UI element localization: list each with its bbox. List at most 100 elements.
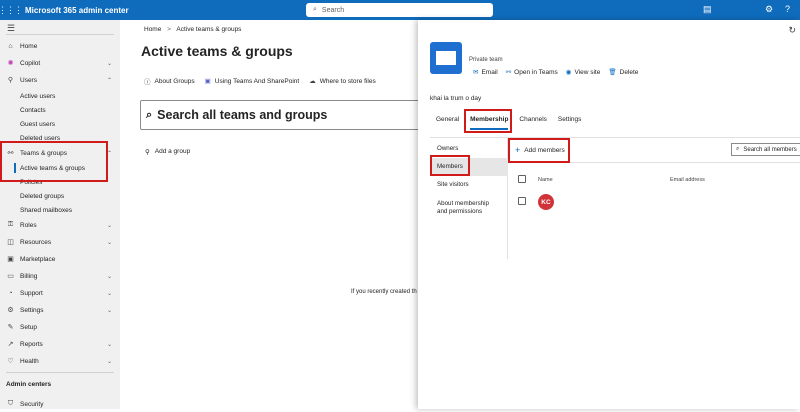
sidebar-item-security[interactable]: ⛉ Security xyxy=(0,396,120,412)
sidebar-item-label: Settings xyxy=(20,306,44,314)
chevron-up-icon: ⌃ xyxy=(106,150,112,157)
delete-button[interactable]: 🗑 Delete xyxy=(608,68,638,77)
teams-icon: ▣ xyxy=(204,78,211,85)
open-in-teams-button[interactable]: ⚯ Open in Teams xyxy=(505,68,558,77)
search-icon: ⌕ xyxy=(146,108,153,121)
help-icon[interactable]: ? xyxy=(785,4,790,14)
plus-icon: + xyxy=(515,145,521,155)
reports-icon: ↗ xyxy=(7,341,14,348)
global-search[interactable]: ⌕ Search xyxy=(306,3,493,17)
tab-membership[interactable]: Membership xyxy=(470,116,509,130)
empty-state-hint: If you recently created th xyxy=(351,289,417,295)
tab-channels[interactable]: Channels xyxy=(519,116,546,130)
sidebar-item-label: Guest users xyxy=(20,120,56,128)
sidebar-item-reports[interactable]: ↗ Reports ⌄ xyxy=(0,336,120,352)
tab-general[interactable]: General xyxy=(436,116,459,130)
group-name: khai la trum o day xyxy=(430,95,482,102)
help-links: ⓘ About Groups ▣ Using Teams And SharePoin… xyxy=(144,76,376,87)
sidebar-item-billing[interactable]: ▭ Billing ⌄ xyxy=(0,268,120,284)
sidebar-item-settings[interactable]: ⚙ Settings ⌄ xyxy=(0,302,120,318)
admin-centers-header: Admin centers xyxy=(6,381,52,388)
sidebar-item-label: Contacts xyxy=(20,106,46,114)
sidebar-item-label: Home xyxy=(20,42,38,50)
message-icon[interactable]: ▤ xyxy=(703,4,712,15)
chevron-down-icon: ⌄ xyxy=(106,307,112,314)
sidebar-item-setup[interactable]: ✎ Setup xyxy=(0,319,120,335)
sidebar-item-label: Active users xyxy=(20,92,56,100)
sidebar-item-roles[interactable]: ⚿ Roles ⌄ xyxy=(0,217,120,233)
sidebar-item-label: Billing xyxy=(20,272,38,280)
chevron-down-icon: ⌄ xyxy=(106,341,112,348)
sidebar-item-copilot[interactable]: ✺ Copilot ⌄ xyxy=(0,55,120,71)
sidebar-item-label: Policies xyxy=(20,178,43,186)
tab-settings[interactable]: Settings xyxy=(558,116,582,130)
breadcrumb: Home > Active teams & groups xyxy=(144,26,241,33)
sidebar-item-label: Support xyxy=(20,289,43,297)
panel-tabs: General Membership Channels Settings xyxy=(436,116,581,130)
membership-nav-owners[interactable]: Owners xyxy=(430,145,508,153)
search-placeholder: Search all teams and groups xyxy=(157,108,328,122)
copilot-icon: ✺ xyxy=(7,60,14,67)
sidebar-item-shared-mailboxes[interactable]: Shared mailboxes xyxy=(0,202,120,218)
sidebar-item-label: Reports xyxy=(20,340,43,348)
add-group-label: Add a group xyxy=(154,148,191,155)
membership-nav: Owners Members Site visitors About membe… xyxy=(430,137,508,259)
mail-icon: ✉ xyxy=(473,69,479,76)
sidebar-item-label: Health xyxy=(20,357,39,365)
sidebar-item-home[interactable]: ⌂ Home xyxy=(0,38,120,54)
view-site-button[interactable]: ◉ View site xyxy=(566,68,601,77)
chevron-down-icon: ⌄ xyxy=(106,290,112,297)
membership-nav-site-visitors[interactable]: Site visitors xyxy=(430,181,508,189)
action-label: Open in Teams xyxy=(514,68,558,76)
breadcrumb-home[interactable]: Home xyxy=(144,26,161,33)
panel-actions: ✉ Email ⚯ Open in Teams ◉ View site 🗑 Delete xyxy=(473,68,638,77)
teams-icon: ⚯ xyxy=(505,69,512,76)
email-button[interactable]: ✉ Email xyxy=(473,68,498,77)
membership-nav-about[interactable]: About membership and permissions xyxy=(430,200,500,216)
chevron-down-icon: ⌄ xyxy=(106,222,112,229)
teams-groups-search-input[interactable]: ⌕ Search all teams and groups xyxy=(140,100,420,130)
sidebar-item-resources[interactable]: ◫ Resources ⌄ xyxy=(0,234,120,250)
about-groups-link[interactable]: ⓘ About Groups xyxy=(144,76,195,87)
sidebar-item-teams-groups[interactable]: ⚯ Teams & groups ⌃ xyxy=(0,145,120,161)
gear-icon[interactable]: ⚙ xyxy=(765,4,773,15)
active-indicator xyxy=(14,163,16,173)
link-label: Using Teams And SharePoint xyxy=(214,77,300,85)
refresh-icon[interactable]: ↻ xyxy=(788,25,796,36)
add-group-button[interactable]: ⚲ Add a group xyxy=(145,148,190,156)
group-tile-icon xyxy=(430,42,462,74)
sidebar-item-marketplace[interactable]: ▣ Marketplace xyxy=(0,251,120,267)
sidebar-item-deleted-users[interactable]: Deleted users xyxy=(0,130,120,146)
sidebar-item-users[interactable]: ⚲ Users ⌃ xyxy=(0,72,120,88)
group-details-panel: ↻ Private team ✉ Email ⚯ Open in Teams ◉ Vi… xyxy=(418,20,800,409)
page-title: Active teams & groups xyxy=(141,43,293,59)
store-files-link[interactable]: ☁ Where to store files xyxy=(309,76,376,86)
row-checkbox[interactable] xyxy=(518,197,526,205)
column-header-email[interactable]: Email address xyxy=(670,177,705,183)
sidebar-item-health[interactable]: ♡ Health ⌄ xyxy=(0,353,120,369)
home-icon: ⌂ xyxy=(8,42,13,50)
roles-icon: ⚿ xyxy=(7,221,14,228)
search-icon: ⌕ xyxy=(736,146,740,152)
members-search-input[interactable]: ⌕ Search all members xyxy=(731,143,800,156)
membership-nav-members[interactable]: Members xyxy=(430,158,508,176)
app-launcher-icon[interactable]: ⋮⋮⋮ xyxy=(0,0,23,20)
sidebar-item-support[interactable]: ◔ Support ⌄ xyxy=(0,285,120,301)
add-members-button[interactable]: + Add members xyxy=(515,145,565,155)
sidebar-item-label: Users xyxy=(20,76,37,84)
select-all-checkbox[interactable] xyxy=(518,175,526,183)
avatar[interactable]: KC xyxy=(538,194,554,210)
sidebar-item-label: Roles xyxy=(20,221,37,229)
column-header-name[interactable]: Name xyxy=(538,177,553,183)
breadcrumb-separator: > xyxy=(167,26,171,33)
resources-icon: ◫ xyxy=(7,239,14,246)
action-label: View site xyxy=(574,68,601,76)
sidebar-item-label: Active teams & groups xyxy=(20,164,86,172)
add-members-label: Add members xyxy=(524,146,565,154)
app-title[interactable]: Microsoft 365 admin center xyxy=(25,6,129,15)
breadcrumb-current: Active teams & groups xyxy=(176,26,242,33)
teams-sharepoint-link[interactable]: ▣ Using Teams And SharePoint xyxy=(205,76,300,86)
members-toolbar-divider xyxy=(508,162,800,163)
hamburger-icon[interactable]: ☰ xyxy=(7,23,15,34)
sidebar-divider xyxy=(6,372,114,373)
